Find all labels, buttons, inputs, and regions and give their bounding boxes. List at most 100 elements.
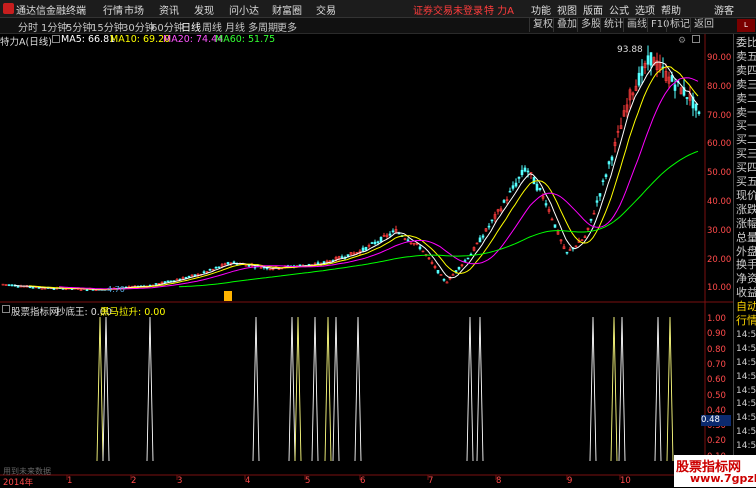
- candle-body: [208, 268, 212, 271]
- period-daily[interactable]: 日线: [181, 19, 201, 34]
- indicator-spike: [476, 316, 484, 462]
- candle-body: [526, 170, 530, 173]
- candle-body: [532, 177, 536, 185]
- candle-body: [649, 52, 653, 66]
- period-multi[interactable]: 多周期: [248, 19, 278, 34]
- guest-label[interactable]: 游客: [714, 2, 734, 17]
- menu-zixun[interactable]: 资讯: [159, 2, 179, 17]
- candle-body: [202, 271, 206, 274]
- kline-chart[interactable]: [0, 34, 733, 487]
- price-tick-label: 90.00: [707, 53, 732, 63]
- price-tick-label: 20.00: [707, 254, 732, 265]
- candle-body: [457, 266, 461, 270]
- candle-body: [436, 269, 440, 274]
- ma10-line: [28, 65, 699, 291]
- back-button[interactable]: 返回: [690, 18, 717, 32]
- period-fenshi[interactable]: 分时: [18, 19, 38, 34]
- candle-body: [445, 281, 449, 284]
- quote-side-panel: 委比 卖五 卖四 卖三 卖二 卖一 买一 买二 买三 买四 买五 现价 涨跌 涨幅 总量 外盘 换手 净资 收益 自动…: [733, 34, 756, 487]
- period-15min[interactable]: 15分钟: [91, 19, 124, 34]
- quote-field-label: 涨幅: [736, 216, 756, 230]
- menu-jiaoyi[interactable]: 交易: [316, 2, 336, 17]
- menu-wenxiaoda[interactable]: 问小达: [229, 2, 259, 17]
- quote-field-label: 买一: [736, 119, 756, 133]
- menu-banmian[interactable]: 版面: [583, 2, 603, 17]
- indicator-spike: [288, 316, 296, 462]
- period-30min[interactable]: 30分钟: [122, 19, 155, 34]
- candle-body: [373, 241, 377, 245]
- date-axis-label: 9: [567, 476, 573, 486]
- date-axis-label: 2: [131, 476, 137, 486]
- period-monthly[interactable]: 月线: [225, 19, 245, 34]
- candle-body: [370, 242, 374, 244]
- restore-rights-button[interactable]: 复权: [529, 18, 556, 32]
- candle-body: [481, 235, 485, 238]
- login-warning[interactable]: 证券交易未登录: [413, 2, 483, 17]
- price-tick-label: 50.00: [707, 168, 732, 179]
- quote-field-label: 现价: [736, 188, 756, 202]
- indicator-spike: [146, 316, 154, 462]
- menu-caifuquan[interactable]: 财富圈: [272, 2, 302, 17]
- period-more[interactable]: 更多: [277, 19, 297, 34]
- draw-line-button[interactable]: 画线: [623, 18, 650, 32]
- candle-body: [538, 187, 542, 191]
- candle-body: [598, 193, 602, 197]
- tick-time-label: 14:50: [736, 343, 756, 354]
- tick-time-label: 14:50: [736, 329, 756, 340]
- menu-xuanxiang[interactable]: 选项: [635, 2, 655, 17]
- candle-body: [607, 161, 611, 165]
- menu-gongshi[interactable]: 公式: [609, 2, 629, 17]
- price-tick-label: 60.00: [707, 139, 732, 150]
- mark-button[interactable]: 标记: [666, 18, 693, 32]
- indicator-current-value: 0.48: [701, 415, 731, 426]
- indicator-spike: [618, 316, 626, 462]
- menu-bangzhu[interactable]: 帮助: [661, 2, 681, 17]
- period-1min[interactable]: 1分钟: [41, 19, 67, 34]
- date-axis-label: 10: [620, 476, 631, 486]
- menu-shichang[interactable]: 市场: [124, 2, 144, 17]
- candle-body: [388, 233, 392, 236]
- candle-body: [508, 190, 512, 193]
- candle-body: [406, 239, 410, 242]
- price-tick-label: 30.00: [707, 225, 732, 236]
- candle-body: [478, 237, 482, 243]
- menu-gongneng[interactable]: 功能: [531, 2, 551, 17]
- l-badge[interactable]: L: [737, 19, 755, 32]
- candle-body: [553, 224, 557, 228]
- ma20-line: [58, 77, 699, 290]
- indicator-tick-label: 0.70: [707, 359, 726, 370]
- date-axis-label: 4: [245, 476, 251, 486]
- candle-body: [646, 55, 650, 65]
- candle-body: [466, 257, 470, 260]
- candle-body: [193, 274, 197, 276]
- candle-body: [10, 284, 14, 287]
- menu-hangqing[interactable]: 行情: [103, 2, 123, 17]
- quote-field-label[interactable]: 自动: [736, 300, 756, 314]
- date-axis-label: 3: [177, 476, 183, 486]
- menu-shitu[interactable]: 视图: [557, 2, 577, 17]
- period-weekly[interactable]: 周线: [202, 19, 222, 34]
- indicator-spike: [102, 316, 110, 462]
- indicator-tick-label: 0.50: [707, 390, 726, 401]
- title-bar: 通达信金融终端 行情 市场 资讯 发现 问小达 财富圈 交易 证券交易未登录 特…: [0, 0, 756, 18]
- overlay-button[interactable]: 叠加: [553, 18, 580, 32]
- period-5min[interactable]: 5分钟: [66, 19, 92, 34]
- indicator-tick-label: 0.80: [707, 344, 726, 355]
- quote-field-label[interactable]: 行情: [736, 314, 756, 328]
- candle-body: [217, 266, 221, 269]
- price-tick-label: 10.00: [707, 283, 732, 294]
- indicator-collapse-icon[interactable]: [2, 305, 10, 313]
- tick-time-label: 14:50: [736, 357, 756, 368]
- quote-field-label: 卖四: [736, 63, 756, 77]
- indicator-name[interactable]: 股票指标网: [11, 304, 59, 318]
- period-60min[interactable]: 60分钟: [151, 19, 184, 34]
- quote-field-label: 换手: [736, 258, 756, 272]
- ma5-line: [13, 61, 699, 291]
- candle-body: [376, 241, 380, 243]
- indicator-spike: [311, 316, 319, 462]
- app-name: 通达信金融终端: [16, 6, 86, 17]
- candle-body: [214, 266, 218, 269]
- menu-faxian[interactable]: 发现: [194, 2, 214, 17]
- candle-body: [673, 84, 677, 91]
- candle-body: [40, 288, 44, 290]
